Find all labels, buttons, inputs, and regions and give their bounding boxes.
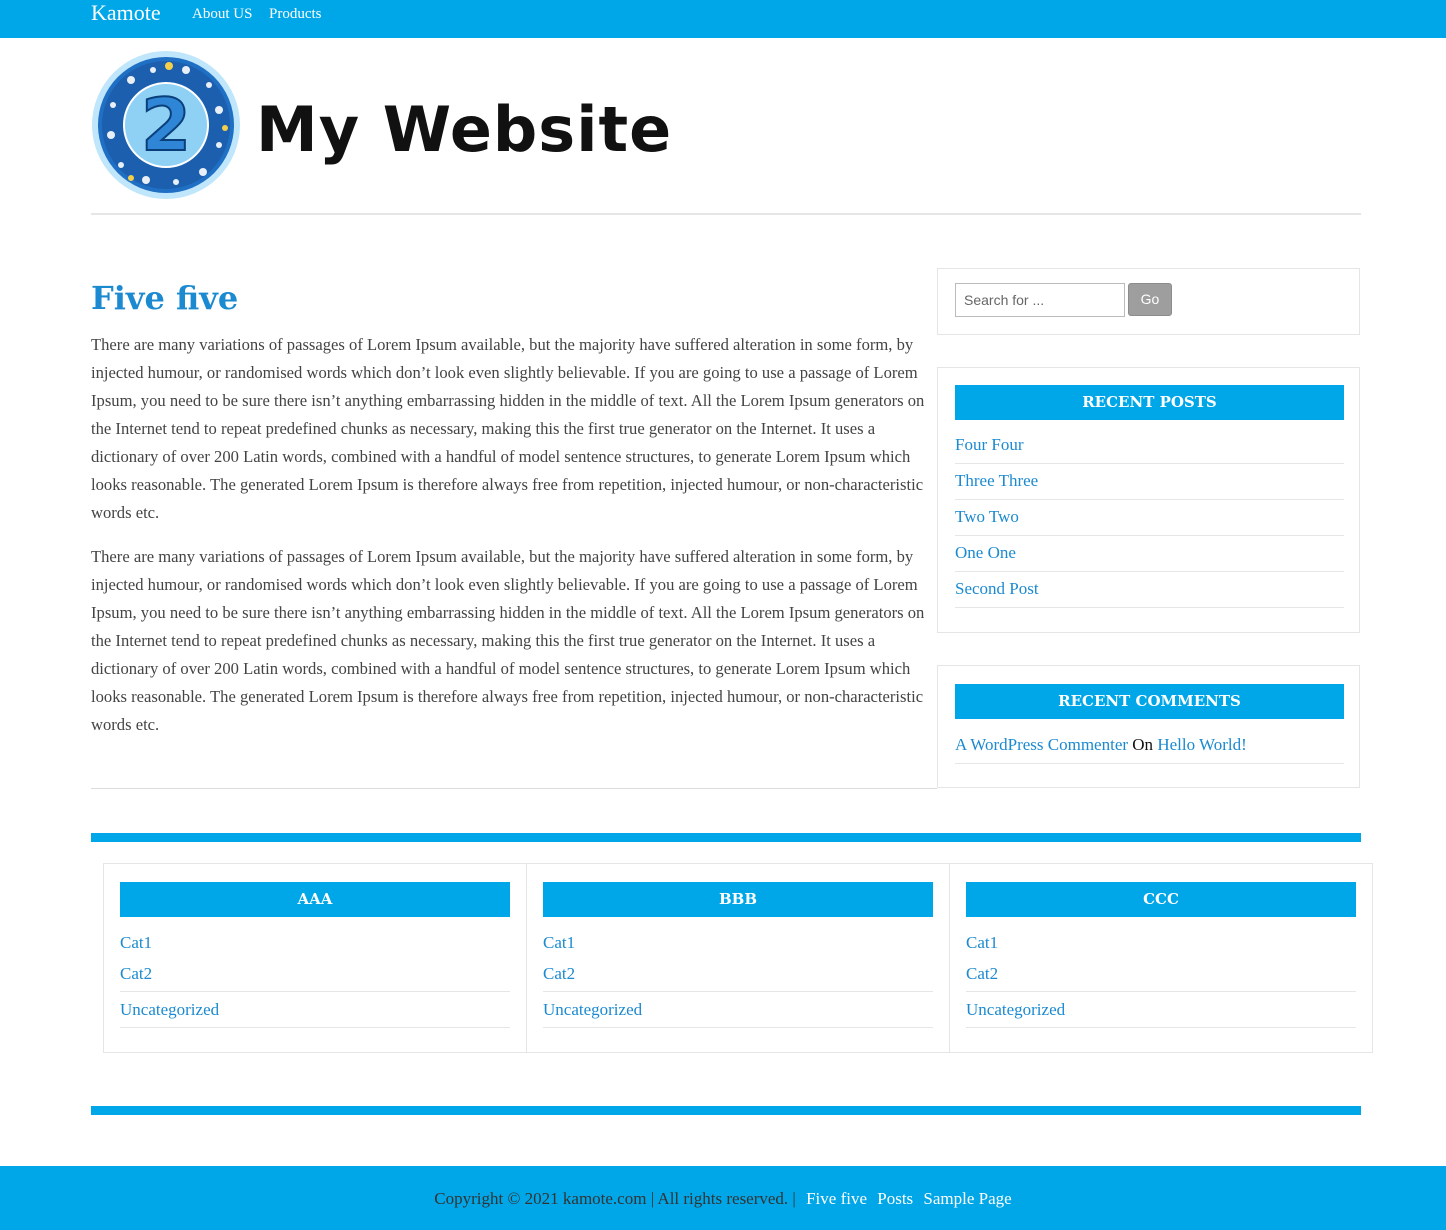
footer-link-sample-page[interactable]: Sample Page <box>923 1189 1011 1208</box>
category-link[interactable]: Cat2 <box>966 964 1356 984</box>
category-link[interactable]: Cat2 <box>120 964 510 984</box>
list-item: Second Post <box>955 572 1344 608</box>
nav-link-products[interactable]: Products <box>269 5 322 23</box>
list-item: One One <box>955 536 1344 572</box>
divider <box>966 1027 1356 1028</box>
svg-text:2: 2 <box>141 83 191 167</box>
post-title: Five five <box>91 279 239 317</box>
footer-link-five-five[interactable]: Five five <box>806 1189 867 1208</box>
footer-top-bar <box>91 833 1361 842</box>
header-divider <box>91 213 1361 215</box>
footer-bottom-bar <box>91 1106 1361 1115</box>
footer-widget-title: AAA <box>120 882 510 917</box>
category-link[interactable]: Cat1 <box>543 933 933 953</box>
footer-widget-ccc: CCC Cat1 Cat2 Uncategorized <box>949 863 1373 1053</box>
recent-post-link[interactable]: Two Two <box>955 507 1019 526</box>
recent-post-link[interactable]: One One <box>955 543 1016 562</box>
category-link[interactable]: Uncategorized <box>966 1000 1356 1020</box>
comment-author-link[interactable]: A WordPress Commenter <box>955 735 1128 754</box>
category-link[interactable]: Cat2 <box>543 964 933 984</box>
comment-on-text: On <box>1132 735 1154 754</box>
site-footer: Copyright © 2021 kamote.com | All rights… <box>0 1166 1446 1230</box>
list-item: A WordPress Commenter On Hello World! <box>955 728 1344 764</box>
top-navbar: Kamote About US Products <box>0 0 1446 38</box>
divider <box>120 991 510 992</box>
footer-link-posts[interactable]: Posts <box>877 1189 913 1208</box>
category-link[interactable]: Uncategorized <box>543 1000 933 1020</box>
list-item: Three Three <box>955 464 1344 500</box>
copyright-text: Copyright © 2021 kamote.com | All rights… <box>434 1189 796 1208</box>
recent-post-link[interactable]: Three Three <box>955 471 1038 490</box>
category-link[interactable]: Uncategorized <box>120 1000 510 1020</box>
divider <box>543 1027 933 1028</box>
divider <box>120 1027 510 1028</box>
footer-widgets: AAA Cat1 Cat2 Uncategorized BBB Cat1 Cat… <box>103 863 1373 1053</box>
recent-post-link[interactable]: Second Post <box>955 579 1039 598</box>
recent-post-link[interactable]: Four Four <box>955 435 1023 454</box>
search-input[interactable] <box>955 283 1125 317</box>
divider <box>543 991 933 992</box>
recent-comments-widget: RECENT COMMENTS A WordPress Commenter On… <box>937 665 1360 788</box>
nav-link-about[interactable]: About US <box>192 5 252 23</box>
post-paragraph: There are many variations of passages of… <box>91 335 925 522</box>
post-content: There are many variations of passages of… <box>91 331 937 755</box>
site-logo[interactable]: 2 <box>91 50 241 200</box>
recent-comments-title: RECENT COMMENTS <box>955 684 1344 719</box>
footer-line: Copyright © 2021 kamote.com | All rights… <box>0 1189 1446 1209</box>
list-item: Four Four <box>955 428 1344 464</box>
category-link[interactable]: Cat1 <box>966 933 1356 953</box>
divider <box>966 991 1356 992</box>
footer-widget-title: BBB <box>543 882 933 917</box>
footer-widget-bbb: BBB Cat1 Cat2 Uncategorized <box>526 863 950 1053</box>
article-divider <box>91 788 937 789</box>
list-item: Two Two <box>955 500 1344 536</box>
post-paragraph: There are many variations of passages of… <box>91 547 925 734</box>
recent-comments-list: A WordPress Commenter On Hello World! <box>955 728 1344 764</box>
brand-link[interactable]: Kamote <box>91 0 161 26</box>
recent-posts-widget: RECENT POSTS Four Four Three Three Two T… <box>937 367 1360 633</box>
category-link[interactable]: Cat1 <box>120 933 510 953</box>
search-widget: Go <box>937 268 1360 335</box>
recent-posts-list: Four Four Three Three Two Two One One Se… <box>955 428 1344 608</box>
comment-post-link[interactable]: Hello World! <box>1157 735 1246 754</box>
footer-widget-title: CCC <box>966 882 1356 917</box>
recent-posts-title: RECENT POSTS <box>955 385 1344 420</box>
search-go-button[interactable]: Go <box>1128 283 1172 316</box>
footer-widget-aaa: AAA Cat1 Cat2 Uncategorized <box>103 863 527 1053</box>
site-title[interactable]: My Website <box>256 93 672 167</box>
